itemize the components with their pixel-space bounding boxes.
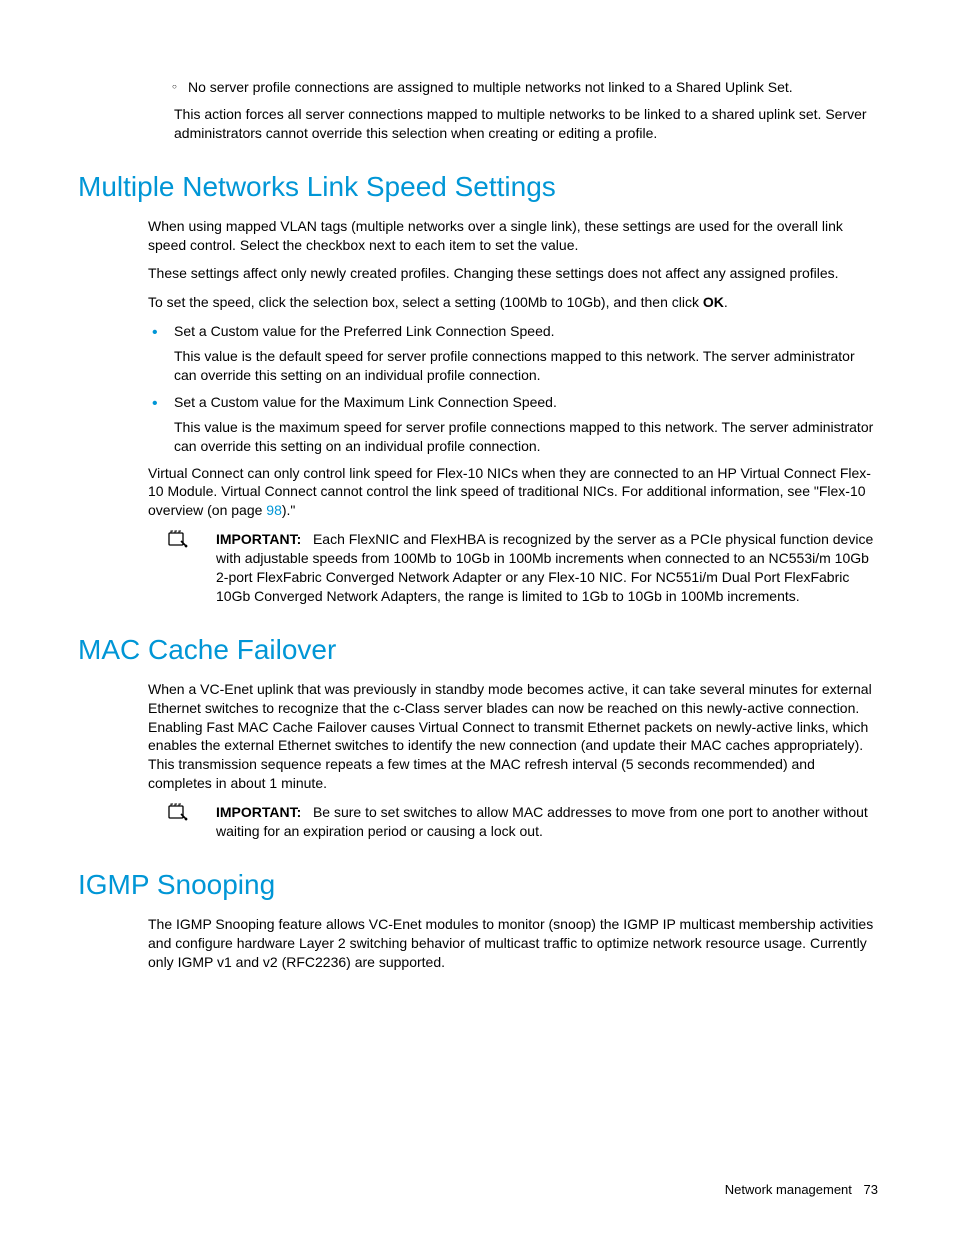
- bullet-list: • Set a Custom value for the Preferred L…: [148, 322, 876, 455]
- nested-list-text: No server profile connections are assign…: [188, 79, 793, 95]
- document-page: ○ No server profile connections are assi…: [0, 0, 954, 1235]
- important-icon: [168, 803, 198, 841]
- body-paragraph: This action forces all server connection…: [174, 105, 876, 143]
- body-paragraph: When using mapped VLAN tags (multiple ne…: [148, 217, 876, 255]
- list-item: • Set a Custom value for the Maximum Lin…: [148, 393, 876, 456]
- important-icon: [168, 530, 198, 606]
- text-run: ).": [282, 502, 296, 518]
- body-paragraph: Virtual Connect can only control link sp…: [148, 464, 876, 521]
- important-note: IMPORTANT: Each FlexNIC and FlexHBA is r…: [168, 530, 876, 606]
- body-paragraph: These settings affect only newly created…: [148, 264, 876, 283]
- heading-igmp-snooping: IGMP Snooping: [78, 869, 876, 901]
- important-note: IMPORTANT: Be sure to set switches to al…: [168, 803, 876, 841]
- body-paragraph: When a VC-Enet uplink that was previousl…: [148, 680, 876, 793]
- body-paragraph: The IGMP Snooping feature allows VC-Enet…: [148, 915, 876, 972]
- nested-list-item: ○ No server profile connections are assi…: [188, 78, 876, 97]
- text-run: .: [724, 294, 728, 310]
- text-run: Virtual Connect can only control link sp…: [148, 465, 871, 519]
- list-item: • Set a Custom value for the Preferred L…: [148, 322, 876, 385]
- page-link[interactable]: 98: [266, 502, 282, 518]
- list-item-text: Set a Custom value for the Preferred Lin…: [174, 323, 555, 339]
- note-text: IMPORTANT: Be sure to set switches to al…: [198, 803, 876, 841]
- note-label: IMPORTANT:: [216, 531, 301, 547]
- note-label: IMPORTANT:: [216, 804, 301, 820]
- bullet-dot-icon: •: [152, 393, 158, 415]
- footer-section: Network management: [725, 1182, 852, 1197]
- circle-bullet-icon: ○: [172, 82, 177, 93]
- note-body: Each FlexNIC and FlexHBA is recognized b…: [216, 531, 873, 604]
- note-text: IMPORTANT: Each FlexNIC and FlexHBA is r…: [198, 530, 876, 606]
- page-footer: Network management 73: [725, 1182, 878, 1197]
- text-run: To set the speed, click the selection bo…: [148, 294, 703, 310]
- list-item-sub: This value is the maximum speed for serv…: [174, 418, 876, 456]
- heading-mac-cache: MAC Cache Failover: [78, 634, 876, 666]
- list-item-text: Set a Custom value for the Maximum Link …: [174, 394, 557, 410]
- bold-text: OK: [703, 294, 724, 310]
- footer-page-number: 73: [864, 1182, 878, 1197]
- list-item-sub: This value is the default speed for serv…: [174, 347, 876, 385]
- note-body: Be sure to set switches to allow MAC add…: [216, 804, 868, 839]
- heading-multiple-networks: Multiple Networks Link Speed Settings: [78, 171, 876, 203]
- body-paragraph: To set the speed, click the selection bo…: [148, 293, 876, 312]
- bullet-dot-icon: •: [152, 322, 158, 344]
